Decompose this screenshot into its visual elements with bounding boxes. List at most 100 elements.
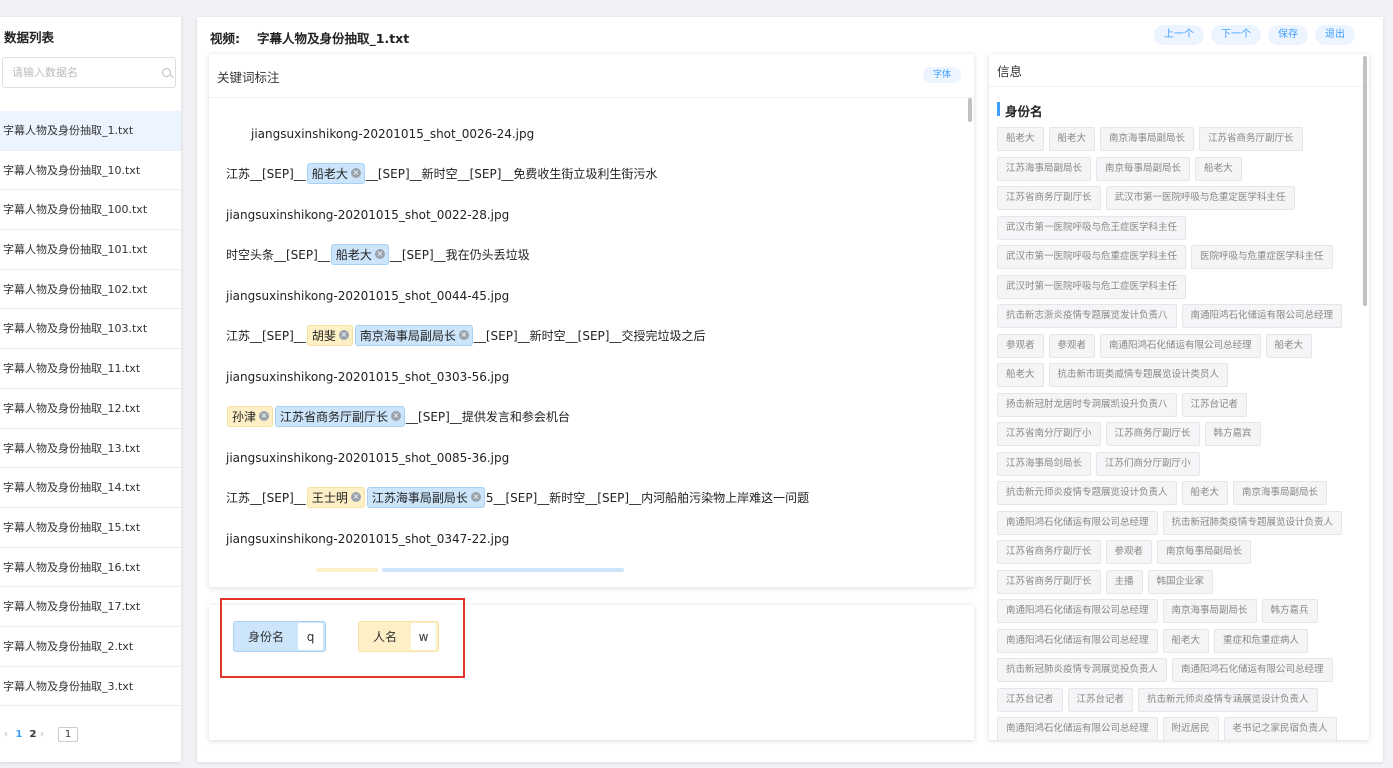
role-chip[interactable]: 主播 — [1105, 569, 1143, 594]
role-chip[interactable]: 参观者 — [1105, 540, 1153, 564]
role-chip[interactable]: 参观者 — [1048, 333, 1096, 358]
prev-page-icon[interactable]: ‹ — [4, 729, 12, 740]
role-chip[interactable]: 武汉时第一医院呼吸与危工症医学科主任 — [997, 274, 1187, 299]
list-item[interactable]: 字幕人物及身份抽取_100.txt — [0, 190, 181, 231]
role-chip[interactable]: 江苏省商务疗副厅长 — [997, 540, 1101, 564]
role-chip[interactable]: 附近居民 — [1162, 717, 1219, 740]
role-chip[interactable]: 江苏海事局剑局长 — [997, 451, 1092, 476]
scrollbar[interactable] — [1363, 56, 1367, 306]
role-chip[interactable]: 抗击新冠肺类疫情专题展览设计负责人 — [1162, 510, 1343, 535]
role-chip[interactable]: 南京海事局副局长 — [1162, 599, 1257, 623]
person-tag[interactable]: 孙津 × — [227, 405, 274, 427]
scrollbar[interactable] — [968, 98, 972, 122]
role-tag[interactable]: 江苏省商务厅副厅长 × — [275, 405, 406, 427]
search-input[interactable] — [3, 58, 153, 86]
role-chip[interactable]: 江苏省商务厅副厅长 — [997, 186, 1101, 210]
search-icon[interactable] — [162, 68, 171, 77]
person-tag[interactable]: 胡斐 × — [306, 324, 353, 346]
remove-tag-icon[interactable]: × — [338, 330, 349, 340]
role-chip[interactable]: 江苏省商务厅副厅长 — [997, 569, 1101, 594]
role-chip[interactable]: 江苏台记者 — [997, 687, 1063, 712]
role-chip[interactable]: 南通阳鸿石化储运有限公司总经理 — [1172, 658, 1333, 682]
remove-tag-icon[interactable]: × — [350, 492, 361, 502]
label-role-button[interactable]: 身份名 q — [233, 621, 327, 652]
role-chip[interactable]: 武汉市第一医院呼吸与危王症医学科主任 — [997, 215, 1187, 240]
remove-tag-icon[interactable]: × — [259, 411, 270, 421]
role-chip[interactable]: 南通阳鸿石化储运有限公司总经理 — [997, 717, 1158, 740]
role-chip[interactable]: 南京每事局副局长 — [1157, 540, 1252, 564]
save-button[interactable]: 保存 — [1268, 25, 1308, 45]
prev-button[interactable]: 上一个 — [1154, 25, 1204, 45]
list-item[interactable]: 字幕人物及身份抽取_13.txt — [0, 429, 181, 469]
annotation-text-area[interactable]: jiangsuxinshikong-20201015_shot_0026-24.… — [209, 98, 974, 569]
role-chip[interactable]: 抗击新志浙炎疫情专题展览发计负责八 — [997, 304, 1177, 328]
role-tag[interactable]: 南京海事局副局长 × — [354, 324, 473, 346]
page-2[interactable]: 2 — [26, 729, 40, 740]
role-chip[interactable]: 船老大 — [997, 127, 1044, 151]
role-chip[interactable]: 韩方嘉兵 — [1261, 599, 1318, 623]
role-chip[interactable]: 武汉市第一医院呼吸与危重症医学科主任 — [997, 245, 1187, 269]
remove-tag-icon[interactable]: × — [374, 249, 385, 259]
role-chip[interactable]: 江苏省商务厅副厅长 — [1199, 127, 1303, 151]
role-chip[interactable]: 江苏省南分厅副厅小 — [997, 422, 1101, 446]
role-chip[interactable]: 船老大 — [1265, 333, 1313, 358]
list-item[interactable]: 字幕人物及身份抽取_101.txt — [0, 230, 181, 270]
role-chip[interactable]: 抗击新元师炎疫情专涵展览设计负责人 — [1138, 687, 1318, 712]
role-chip[interactable]: 南京每事局副局长 — [1096, 156, 1191, 181]
role-chip[interactable]: 韩国企业家 — [1147, 569, 1214, 594]
list-item[interactable]: 字幕人物及身份抽取_16.txt — [0, 548, 181, 588]
list-item[interactable]: 字幕人物及身份抽取_11.txt — [0, 349, 181, 389]
role-chip[interactable]: 船老大 — [1048, 127, 1096, 151]
list-item[interactable]: 字幕人物及身份抽取_103.txt — [0, 309, 181, 350]
role-chip[interactable]: 武汉市第一医院呼吸与危重定医学科主任 — [1105, 186, 1295, 210]
page-jump-input[interactable]: 1 — [58, 726, 78, 742]
font-button[interactable]: 字体 — [922, 67, 961, 83]
role-chip[interactable]: 江苏台记者 — [1067, 687, 1134, 712]
role-chip[interactable]: 船老大 — [997, 363, 1044, 387]
role-chip[interactable]: 江苏商务厅副厅长 — [1105, 422, 1200, 446]
list-item[interactable]: 字幕人物及身份抽取_14.txt — [0, 468, 181, 508]
role-chip[interactable]: 抗击新冠肺炎疫情专洞展览投负责人 — [997, 658, 1168, 682]
role-chip[interactable]: 南通阳鸿石化储运有限公司总经理 — [997, 510, 1158, 535]
list-item[interactable]: 字幕人物及身份抽取_1.txt — [0, 111, 181, 151]
label-person-button[interactable]: 人名 w — [358, 621, 440, 652]
role-chip[interactable]: 南通阳鸿石化储运有限公司总经理 — [1181, 304, 1343, 328]
next-page-icon[interactable]: › — [40, 729, 48, 740]
list-item[interactable]: 字幕人物及身份抽取_17.txt — [0, 587, 181, 627]
role-chip[interactable]: 扬击新冠肘龙居时专洞展凯设升负责八 — [997, 392, 1177, 417]
list-item[interactable]: 字幕人物及身份抽取_10.txt — [0, 151, 181, 191]
role-chip[interactable]: 南京海事局副局长 — [1233, 481, 1328, 505]
role-chip[interactable]: 南京海事局副局长 — [1100, 127, 1195, 151]
role-chip[interactable]: 韩方嘉宾 — [1204, 422, 1261, 446]
role-chip[interactable]: 老书记之家民宿负责人 — [1223, 717, 1337, 740]
role-chip[interactable]: 抗击新市斑类威情专题展览设计类员人 — [1048, 363, 1229, 387]
list-item[interactable]: 字幕人物及身份抽取_102.txt — [0, 270, 181, 310]
role-tag[interactable]: 江苏海事局副局长 × — [366, 486, 485, 508]
list-item[interactable]: 字幕人物及身份抽取_3.txt — [0, 667, 181, 707]
role-tag[interactable]: 船老大 × — [330, 243, 389, 265]
remove-tag-icon[interactable]: × — [391, 411, 402, 421]
page-1[interactable]: 1 — [12, 729, 26, 740]
remove-tag-icon[interactable]: × — [458, 330, 469, 340]
role-chip[interactable]: 医院呼吸与危重症医学科主任 — [1191, 245, 1333, 269]
role-chip[interactable]: 船老大 — [1162, 628, 1210, 653]
remove-tag-icon[interactable]: × — [350, 168, 361, 178]
role-chip[interactable]: 抗击新元师炎疫情专题展览设计负责人 — [997, 481, 1177, 505]
role-tag[interactable]: 船老大 × — [306, 162, 365, 184]
exit-button[interactable]: 退出 — [1315, 25, 1355, 45]
list-item[interactable]: 字幕人物及身份抽取_2.txt — [0, 627, 181, 667]
list-item[interactable]: 字幕人物及身份抽取_15.txt — [0, 508, 181, 548]
role-chip[interactable]: 南通阳鸿石化储运有限公司总经理 — [997, 628, 1158, 653]
person-tag[interactable]: 王士明 × — [306, 486, 365, 508]
next-button[interactable]: 下一个 — [1211, 25, 1261, 45]
role-chip[interactable]: 南通阳鸿石化储运有限公司总经理 — [1100, 333, 1261, 358]
role-chip[interactable]: 江苏们商分厅副厅小 — [1096, 451, 1200, 476]
role-chip[interactable]: 江苏台记者 — [1181, 392, 1248, 417]
remove-tag-icon[interactable]: × — [470, 492, 481, 502]
role-chip[interactable]: 南通阳鸿石化储运有限公司总经理 — [997, 599, 1158, 623]
role-chip[interactable]: 船老大 — [1195, 156, 1242, 181]
role-chip[interactable]: 船老大 — [1181, 481, 1229, 505]
role-chip[interactable]: 江苏海事局副局长 — [997, 156, 1092, 181]
role-chip[interactable]: 参观者 — [997, 333, 1044, 358]
list-item[interactable]: 字幕人物及身份抽取_12.txt — [0, 389, 181, 429]
